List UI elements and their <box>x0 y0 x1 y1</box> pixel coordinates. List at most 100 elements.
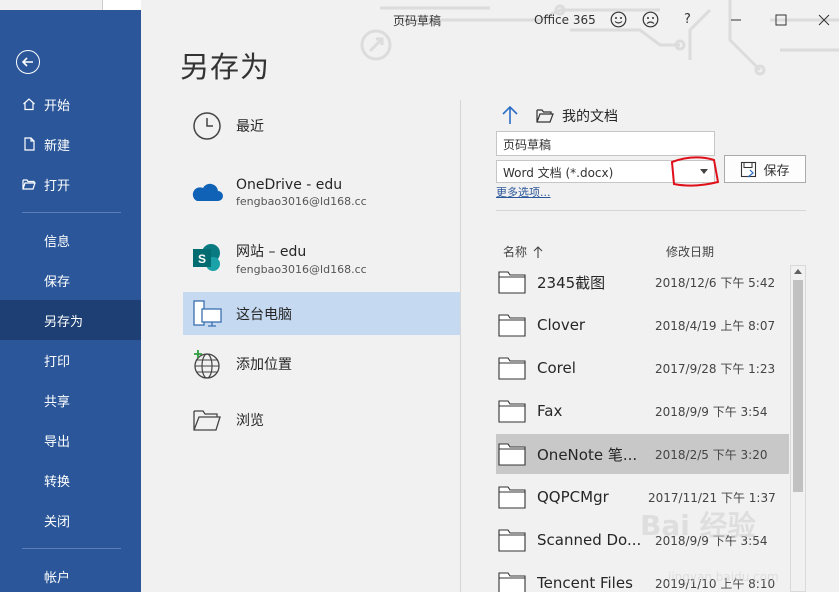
sort-up-arrow-icon <box>533 245 543 258</box>
location-name: 这台电脑 <box>236 306 292 323</box>
location-name: 浏览 <box>236 413 264 429</box>
sharepoint-icon: S <box>193 244 220 271</box>
onedrive-cloud-icon <box>192 183 223 201</box>
file-row[interactable]: 2345截图 2018/12/6 下午 5:42 <box>496 262 789 302</box>
clock-icon <box>193 112 221 140</box>
location-this-pc[interactable]: 这台电脑 <box>183 292 460 335</box>
folder-icon <box>498 529 526 552</box>
file-row[interactable]: Corel 2017/9/28 下午 1:23 <box>496 348 789 388</box>
folder-icon <box>498 314 526 337</box>
current-folder-name: 我的文档 <box>562 109 618 125</box>
location-name: 添加位置 <box>236 357 292 373</box>
file-row[interactable]: OneNote 笔... 2018/2/5 下午 3:20 <box>496 434 789 474</box>
document-peek <box>0 0 141 10</box>
computer-icon <box>193 299 222 327</box>
sidebar-item-close[interactable]: 关闭 <box>0 500 141 540</box>
location-name: 网站 – edu <box>236 243 307 260</box>
folder-icon <box>498 486 526 509</box>
location-name: OneDrive - edu <box>236 176 343 193</box>
file-name: 2345截图 <box>537 273 606 292</box>
sidebar-item-info[interactable]: 信息 <box>0 220 141 260</box>
open-folder-icon <box>22 179 36 190</box>
svg-text:S: S <box>198 252 206 266</box>
sidebar-item-export[interactable]: 导出 <box>0 420 141 460</box>
file-name: Fax <box>537 402 563 420</box>
location-add-place[interactable]: 添加位置 <box>183 344 460 384</box>
column-divider <box>460 100 461 592</box>
sidebar-divider <box>22 212 121 213</box>
file-row[interactable]: Clover 2018/4/19 上午 8:07 <box>496 305 789 345</box>
sidebar-item-label: 共享 <box>44 394 71 410</box>
location-browse[interactable]: 浏览 <box>183 400 460 440</box>
annotation-red-circle <box>670 156 720 187</box>
sidebar-item-save-as[interactable]: 另存为 <box>0 300 141 340</box>
smile-icon[interactable] <box>610 11 627 28</box>
file-date: 2017/9/28 下午 1:23 <box>655 361 776 376</box>
file-name: Tencent Files <box>537 574 633 592</box>
file-name: Clover <box>537 316 586 334</box>
location-site[interactable]: S 网站 – edu fengbao3016@ld168.cc <box>183 236 460 280</box>
folder-icon <box>498 271 526 294</box>
sidebar-item-label: 打印 <box>44 354 71 370</box>
panel-divider <box>496 210 806 211</box>
folder-icon <box>498 443 526 466</box>
sidebar-item-open[interactable]: 打开 <box>0 164 141 204</box>
file-date: 2018/12/6 下午 5:42 <box>655 275 776 290</box>
file-name: QQPCMgr <box>537 488 609 506</box>
sidebar-item-label: 转换 <box>44 474 71 490</box>
sidebar-item-home[interactable]: 开始 <box>0 84 141 124</box>
sidebar-item-label: 新建 <box>44 138 71 154</box>
watermark-logo-text: Bai 经验 <box>640 509 756 542</box>
globe-add-icon <box>194 350 220 379</box>
file-name: Scanned Do... <box>537 531 641 549</box>
sidebar-item-share[interactable]: 共享 <box>0 380 141 420</box>
file-name: OneNote 笔... <box>537 445 638 464</box>
scrollbar-thumb[interactable] <box>793 280 803 492</box>
close-window-button[interactable] <box>814 10 834 30</box>
file-name: Corel <box>537 359 576 377</box>
column-header-name[interactable]: 名称 <box>503 243 543 260</box>
column-header-date[interactable]: 修改日期 <box>666 243 714 260</box>
location-account: fengbao3016@ld168.cc <box>236 262 367 276</box>
save-icon <box>741 161 757 177</box>
sidebar-item-label: 信息 <box>44 234 71 250</box>
save-button[interactable]: 保存 <box>724 155 806 183</box>
folder-icon <box>536 109 554 123</box>
location-onedrive[interactable]: OneDrive - edu fengbao3016@ld168.cc <box>183 170 460 214</box>
brand-label: Office 365 <box>534 13 596 27</box>
home-icon <box>23 98 35 111</box>
sidebar-item-new[interactable]: 新建 <box>0 124 141 164</box>
sidebar-item-convert[interactable]: 转换 <box>0 460 141 500</box>
location-recent[interactable]: 最近 <box>183 106 460 146</box>
sidebar-item-label: 另存为 <box>44 314 84 330</box>
new-document-icon <box>24 137 35 151</box>
file-date: 2018/4/19 上午 8:07 <box>655 318 776 333</box>
help-button[interactable]: ? <box>684 12 691 27</box>
back-arrow-icon <box>21 57 33 67</box>
maximize-button[interactable] <box>771 10 791 30</box>
more-options-link[interactable]: 更多选项... <box>496 184 551 200</box>
sidebar-item-save[interactable]: 保存 <box>0 260 141 300</box>
page-title: 另存为 <box>180 50 271 84</box>
sidebar-item-label: 开始 <box>44 98 71 114</box>
sidebar-item-print[interactable]: 打印 <box>0 340 141 380</box>
sidebar-item-account[interactable]: 帐户 <box>0 556 141 592</box>
watermark-url: jingyan.baidu.com <box>668 570 779 584</box>
scroll-up-arrow-icon[interactable] <box>794 269 802 274</box>
sidebar-item-label: 导出 <box>44 434 71 450</box>
baidu-jingyan-watermark: Bai 经验 jingyan.baidu.com <box>640 494 830 590</box>
file-date: 2018/2/5 下午 3:20 <box>655 447 768 462</box>
file-row[interactable]: Fax 2018/9/9 下午 3:54 <box>496 391 789 431</box>
minimize-button[interactable] <box>726 10 746 30</box>
current-folder: 我的文档 <box>536 106 618 126</box>
location-account: fengbao3016@ld168.cc <box>236 194 367 208</box>
save-button-label: 保存 <box>763 163 790 179</box>
column-header-name-label: 名称 <box>503 245 528 259</box>
sidebar-item-label: 帐户 <box>44 570 71 586</box>
open-folder-icon <box>193 410 221 431</box>
backstage-sidebar: 开始 新建 打开 信息 保存 另存为 打印 共享 导出 转换 关闭 帐户 <box>0 0 141 592</box>
up-folder-arrow-icon[interactable] <box>500 104 520 126</box>
document-title: 页码草稿 <box>393 14 442 28</box>
frown-icon[interactable] <box>642 11 659 28</box>
back-arrow-button[interactable] <box>16 50 40 74</box>
